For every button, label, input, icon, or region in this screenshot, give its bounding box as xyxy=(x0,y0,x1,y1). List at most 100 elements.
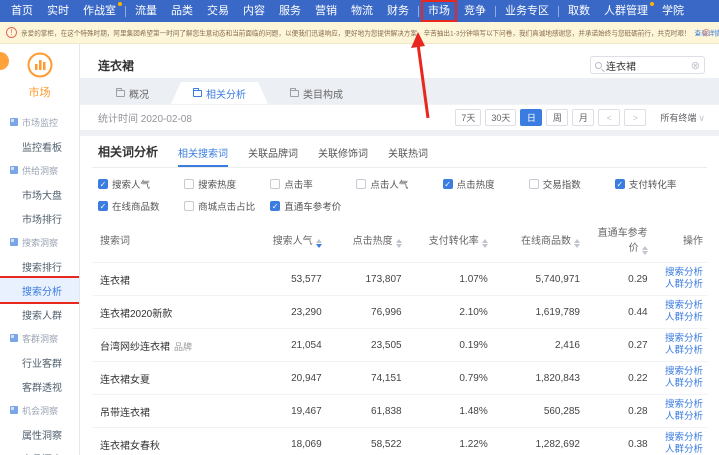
col-ztc-price[interactable]: 直通车参考价 xyxy=(584,217,652,263)
sort-icon[interactable] xyxy=(316,239,322,248)
tab-category-composition[interactable]: 类目构成 xyxy=(268,82,365,104)
sort-icon[interactable] xyxy=(642,246,648,255)
nav-item-academy[interactable]: 学院 xyxy=(655,0,691,22)
search-analysis-link[interactable]: 搜索分析 xyxy=(656,432,703,444)
keyword-cell[interactable]: 连衣裙2020新款 xyxy=(92,296,240,329)
nav-item-category[interactable]: 品类 xyxy=(164,0,200,22)
sidebar-item-industry-customers[interactable]: 行业客群 xyxy=(0,350,79,374)
value-cell: 23,505 xyxy=(326,329,406,362)
tab-overview[interactable]: 概况 xyxy=(94,82,171,104)
value-cell: 5,740,971 xyxy=(492,263,584,296)
filter-click-rate[interactable]: 点击率 xyxy=(270,177,356,191)
search-input[interactable] xyxy=(606,60,691,71)
next-period-button[interactable]: > xyxy=(624,109,646,126)
keyword-cell[interactable]: 台湾网纱连衣裙品牌 xyxy=(92,329,240,362)
folder-icon xyxy=(116,90,125,97)
sidebar-item-customer-xray[interactable]: 客群透视 xyxy=(0,374,79,398)
nav-item-service[interactable]: 服务 xyxy=(272,0,308,22)
notification-dot-icon xyxy=(118,2,122,6)
sort-icon[interactable] xyxy=(396,239,402,248)
clear-icon[interactable]: ⊗ xyxy=(691,59,700,72)
filter-search-heat[interactable]: 搜索热度 xyxy=(184,177,270,191)
sidebar-item-market-overview[interactable]: 市场大盘 xyxy=(0,182,79,206)
ptab-hot-words[interactable]: 关联热词 xyxy=(388,145,428,167)
keyword-cell[interactable]: 连衣裙 xyxy=(92,263,240,296)
nav-item-warroom[interactable]: 作战室 xyxy=(76,0,123,22)
notification-dot-icon xyxy=(650,2,654,6)
nav-item-trade[interactable]: 交易 xyxy=(200,0,236,22)
col-click-heat[interactable]: 点击热度 xyxy=(326,217,406,263)
nav-item-crowd-mgmt[interactable]: 人群管理 xyxy=(597,0,655,22)
nav-item-finance[interactable]: 财务 xyxy=(380,0,416,22)
ptab-modifier-words[interactable]: 关联修饰词 xyxy=(318,145,368,167)
col-search-popularity[interactable]: 搜索人气 xyxy=(240,217,326,263)
nav-item-data-fetch[interactable]: 取数 xyxy=(561,0,597,22)
filter-click-popularity[interactable]: 点击人气 xyxy=(356,177,442,191)
sort-icon[interactable] xyxy=(482,239,488,248)
crowd-analysis-link[interactable]: 人群分析 xyxy=(656,378,703,390)
checkbox-icon xyxy=(98,201,108,211)
sidebar-item-market-ranking[interactable]: 市场排行 xyxy=(0,206,79,230)
table-header-row: 搜索词 搜索人气 点击热度 支付转化率 在线商品数 直通车参考价 操作 xyxy=(92,217,707,263)
nav-item-biz-zone[interactable]: 业务专区 xyxy=(498,0,556,22)
crowd-analysis-link[interactable]: 人群分析 xyxy=(656,312,703,324)
crowd-analysis-link[interactable]: 人群分析 xyxy=(656,411,703,423)
crowd-analysis-link[interactable]: 人群分析 xyxy=(656,345,703,357)
range-7d-button[interactable]: 7天 xyxy=(455,109,481,126)
filter-mall-click-share[interactable]: 商城点击占比 xyxy=(184,199,270,213)
close-icon[interactable]: ⊗ xyxy=(702,26,711,39)
nav-item-market[interactable]: 市场 xyxy=(421,0,457,22)
market-module-icon xyxy=(27,52,53,78)
nav-item-competition[interactable]: 竞争 xyxy=(457,0,493,22)
sidebar-section-customer-insight: 客群洞察 xyxy=(0,326,79,350)
filter-click-heat[interactable]: 点击热度 xyxy=(443,177,529,191)
filter-ztc-ref-price[interactable]: 直通车参考价 xyxy=(270,199,356,213)
terminal-select[interactable]: 所有终端∨ xyxy=(660,111,705,124)
col-pay-conversion[interactable]: 支付转化率 xyxy=(406,217,492,263)
keyword-header-card: 连衣裙 ⊗ xyxy=(80,44,719,78)
filter-trade-index[interactable]: 交易指数 xyxy=(529,177,615,191)
stat-time-label: 统计时间 2020-02-08 xyxy=(98,110,192,125)
nav-item-logistics[interactable]: 物流 xyxy=(344,0,380,22)
range-month-button[interactable]: 月 xyxy=(572,109,594,126)
crowd-analysis-link[interactable]: 人群分析 xyxy=(656,279,703,291)
keyword-cell[interactable]: 连衣裙女春秋 xyxy=(92,428,240,455)
value-cell: 21,054 xyxy=(240,329,326,362)
nav-item-content[interactable]: 内容 xyxy=(236,0,272,22)
crowd-analysis-link[interactable]: 人群分析 xyxy=(656,444,703,455)
search-analysis-link[interactable]: 搜索分析 xyxy=(656,333,703,345)
search-analysis-link[interactable]: 搜索分析 xyxy=(656,399,703,411)
table-row: 台湾网纱连衣裙品牌 21,054 23,505 0.19% 2,416 0.27… xyxy=(92,329,707,362)
search-analysis-link[interactable]: 搜索分析 xyxy=(656,300,703,312)
nav-item-marketing[interactable]: 营销 xyxy=(308,0,344,22)
nav-item-traffic[interactable]: 流量 xyxy=(128,0,164,22)
nav-item-home[interactable]: 首页 xyxy=(4,0,40,22)
search-analysis-link[interactable]: 搜索分析 xyxy=(656,267,703,279)
ptab-brand-words[interactable]: 关联品牌词 xyxy=(248,145,298,167)
filter-search-popularity[interactable]: 搜索人气 xyxy=(98,177,184,191)
value-cell: 0.44 xyxy=(584,296,652,329)
sidebar-item-search-ranking[interactable]: 搜索排行 xyxy=(0,254,79,278)
sidebar-item-product-insight[interactable]: 产品洞察 xyxy=(0,446,79,455)
filter-online-items[interactable]: 在线商品数 xyxy=(98,199,184,213)
keyword-cell[interactable]: 吊带连衣裙 xyxy=(92,395,240,428)
sidebar-item-search-crowd[interactable]: 搜索人群 xyxy=(0,302,79,326)
search-analysis-link[interactable]: 搜索分析 xyxy=(656,366,703,378)
nav-item-realtime[interactable]: 实时 xyxy=(40,0,76,22)
tab-related-analysis[interactable]: 相关分析 xyxy=(171,82,268,104)
ptab-related-search-words[interactable]: 相关搜索词 xyxy=(178,145,228,167)
sort-icon[interactable] xyxy=(574,239,580,248)
range-week-button[interactable]: 周 xyxy=(546,109,568,126)
filter-pay-conversion[interactable]: 支付转化率 xyxy=(615,177,701,191)
sidebar-item-attribute-insight[interactable]: 属性洞察 xyxy=(0,422,79,446)
sidebar-item-monitor-board[interactable]: 监控看板 xyxy=(0,134,79,158)
sidebar-item-search-analysis[interactable]: 搜索分析 xyxy=(0,278,79,302)
col-online-items[interactable]: 在线商品数 xyxy=(492,217,584,263)
prev-period-button[interactable]: < xyxy=(598,109,620,126)
range-30d-button[interactable]: 30天 xyxy=(485,109,516,126)
range-day-button[interactable]: 日 xyxy=(520,109,542,126)
value-cell: 1,282,692 xyxy=(492,428,584,455)
keyword-cell[interactable]: 连衣裙女夏 xyxy=(92,362,240,395)
module-label: 市场 xyxy=(0,84,79,100)
keyword-searchbox[interactable]: ⊗ xyxy=(590,56,705,74)
